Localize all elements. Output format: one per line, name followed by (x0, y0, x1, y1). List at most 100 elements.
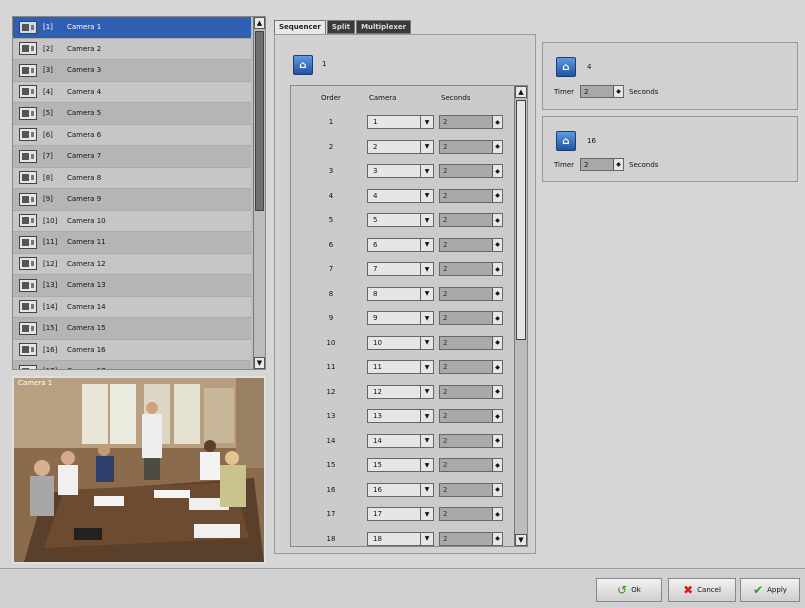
cancel-button[interactable]: ✖ Cancel (668, 578, 736, 602)
chevron-down-icon[interactable]: ▼ (420, 165, 433, 177)
camera-select[interactable]: 16 ▼ (367, 482, 434, 497)
spinner-arrows-icon[interactable]: ◆ (492, 238, 502, 251)
tab-multiplexer[interactable]: Multiplexer (356, 20, 412, 34)
seconds-spinner[interactable]: 2 ◆ (439, 237, 503, 252)
camera-list-item[interactable]: [6] Camera 6 (13, 124, 251, 146)
camera-list-item[interactable]: [11] Camera 11 (13, 232, 251, 254)
spinner-arrows-icon[interactable]: ◆ (492, 214, 502, 226)
chevron-down-icon[interactable]: ▼ (420, 483, 433, 496)
chevron-down-icon[interactable]: ▼ (420, 361, 433, 373)
seconds-spinner[interactable]: 2 ◆ (439, 164, 503, 178)
camera-select[interactable]: 11 ▼ (367, 360, 434, 374)
ok-button[interactable]: ↺ Ok (596, 578, 662, 602)
spinner-arrows-icon[interactable]: ◆ (613, 159, 623, 170)
tab-sequencer[interactable]: Sequencer (274, 20, 326, 34)
camera-list-item[interactable]: [8] Camera 8 (13, 167, 251, 189)
seconds-spinner[interactable]: 2 ◆ (439, 409, 503, 423)
camera-select[interactable]: 2 ▼ (367, 139, 434, 154)
spinner-arrows-icon[interactable]: ◆ (613, 86, 623, 97)
camera-list-item[interactable]: [15] Camera 15 (13, 318, 251, 340)
camera-select[interactable]: 1 ▼ (367, 115, 434, 129)
camera-select[interactable]: 3 ▼ (367, 164, 434, 178)
camera-select[interactable]: 18 ▼ (367, 531, 434, 546)
camera-select[interactable]: 8 ▼ (367, 286, 434, 301)
seconds-spinner[interactable]: 2 ◆ (439, 360, 503, 374)
seconds-spinner[interactable]: 2 ◆ (439, 188, 503, 203)
split-timer-spinner[interactable]: 2 ◆ (580, 85, 624, 98)
camera-select[interactable]: 9 ▼ (367, 311, 434, 325)
seconds-spinner[interactable]: 2 ◆ (439, 482, 503, 497)
chevron-down-icon[interactable]: ▼ (420, 189, 433, 202)
spinner-arrows-icon[interactable]: ◆ (492, 532, 502, 545)
chevron-down-icon[interactable]: ▼ (420, 410, 433, 422)
camera-select[interactable]: 4 ▼ (367, 188, 434, 203)
spinner-arrows-icon[interactable]: ◆ (492, 483, 502, 496)
spinner-arrows-icon[interactable]: ◆ (492, 189, 502, 202)
camera-select[interactable]: 14 ▼ (367, 433, 434, 448)
scroll-down-button[interactable]: ▼ (254, 357, 265, 369)
spinner-arrows-icon[interactable]: ◆ (492, 336, 502, 349)
camera-select[interactable]: 10 ▼ (367, 335, 434, 350)
camera-list-scrollbar[interactable]: ▲ ▼ (253, 17, 265, 369)
seconds-spinner[interactable]: 2 ◆ (439, 384, 503, 399)
camera-list-item[interactable]: [16] Camera 16 (13, 339, 251, 361)
chevron-down-icon[interactable]: ▼ (420, 336, 433, 349)
chevron-down-icon[interactable]: ▼ (420, 140, 433, 153)
spinner-arrows-icon[interactable]: ◆ (492, 116, 502, 128)
seconds-spinner[interactable]: 2 ◆ (439, 311, 503, 325)
spinner-arrows-icon[interactable]: ◆ (492, 140, 502, 153)
sequence-scrollbar[interactable]: ▲ ▼ (514, 86, 527, 546)
camera-list-item[interactable]: [7] Camera 7 (13, 146, 251, 168)
seconds-spinner[interactable]: 2 ◆ (439, 213, 503, 227)
camera-list-item[interactable]: [17]Camera 17 (13, 361, 251, 369)
multiplexer-icon[interactable]: ⌂ (556, 131, 576, 151)
seconds-spinner[interactable]: 2 ◆ (439, 458, 503, 472)
chevron-down-icon[interactable]: ▼ (420, 385, 433, 398)
spinner-arrows-icon[interactable]: ◆ (492, 434, 502, 447)
spinner-arrows-icon[interactable]: ◆ (492, 263, 502, 275)
chevron-down-icon[interactable]: ▼ (420, 238, 433, 251)
camera-select[interactable]: 17 ▼ (367, 507, 434, 521)
camera-list[interactable]: [1] Camera 1 [2] Camera 2 [3] Camera 3 [4] Came… (12, 16, 266, 370)
spinner-arrows-icon[interactable]: ◆ (492, 287, 502, 300)
spinner-arrows-icon[interactable]: ◆ (492, 459, 502, 471)
camera-select[interactable]: 7 ▼ (367, 262, 434, 276)
camera-list-item[interactable]: [5] Camera 5 (13, 103, 251, 125)
spinner-arrows-icon[interactable]: ◆ (492, 385, 502, 398)
chevron-down-icon[interactable]: ▼ (420, 116, 433, 128)
seconds-spinner[interactable]: 2 ◆ (439, 433, 503, 448)
chevron-down-icon[interactable]: ▼ (420, 459, 433, 471)
camera-list-item[interactable]: [2] Camera 2 (13, 38, 251, 60)
tab-split[interactable]: Split (326, 20, 356, 34)
camera-select[interactable]: 13 ▼ (367, 409, 434, 423)
spinner-arrows-icon[interactable]: ◆ (492, 508, 502, 520)
chevron-down-icon[interactable]: ▼ (420, 508, 433, 520)
chevron-down-icon[interactable]: ▼ (420, 287, 433, 300)
seconds-spinner[interactable]: 2 ◆ (439, 139, 503, 154)
camera-list-item[interactable]: [14] Camera 14 (13, 296, 251, 318)
seconds-spinner[interactable]: 2 ◆ (439, 531, 503, 546)
camera-list-item[interactable]: [3] Camera 3 (13, 60, 251, 82)
scroll-thumb[interactable] (255, 31, 264, 211)
seconds-spinner[interactable]: 2 ◆ (439, 286, 503, 301)
spinner-arrows-icon[interactable]: ◆ (492, 410, 502, 422)
split-icon[interactable]: ⌂ (556, 57, 576, 77)
camera-list-item[interactable]: [12] Camera 12 (13, 253, 251, 275)
multiplexer-timer-spinner[interactable]: 2 ◆ (580, 158, 624, 171)
camera-select[interactable]: 15 ▼ (367, 458, 434, 472)
scroll-up-button[interactable]: ▲ (254, 17, 265, 29)
sequence-scroll-up[interactable]: ▲ (515, 86, 527, 98)
chevron-down-icon[interactable]: ▼ (420, 214, 433, 226)
camera-list-item[interactable]: [1] Camera 1 (13, 17, 251, 39)
sequencer-icon[interactable]: ⌂ (293, 55, 313, 75)
sequence-scroll-thumb[interactable] (516, 100, 526, 340)
seconds-spinner[interactable]: 2 ◆ (439, 335, 503, 350)
chevron-down-icon[interactable]: ▼ (420, 532, 433, 545)
seconds-spinner[interactable]: 2 ◆ (439, 262, 503, 276)
chevron-down-icon[interactable]: ▼ (420, 263, 433, 275)
camera-select[interactable]: 6 ▼ (367, 237, 434, 252)
spinner-arrows-icon[interactable]: ◆ (492, 165, 502, 177)
seconds-spinner[interactable]: 2 ◆ (439, 507, 503, 521)
spinner-arrows-icon[interactable]: ◆ (492, 361, 502, 373)
seconds-spinner[interactable]: 2 ◆ (439, 115, 503, 129)
